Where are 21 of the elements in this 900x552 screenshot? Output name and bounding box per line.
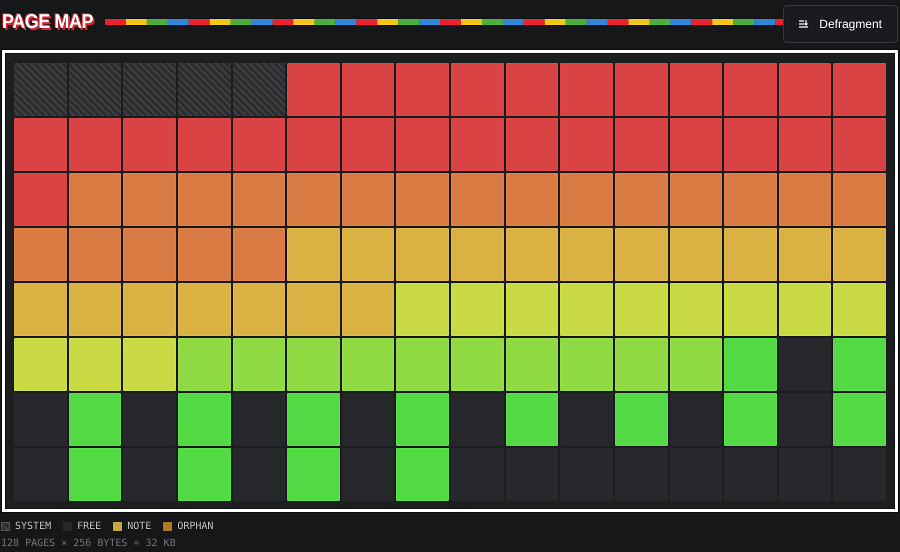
system-page [123, 63, 176, 116]
system-page [178, 63, 230, 116]
system-swatch-icon [1, 522, 10, 530]
legend-label: SYSTEM [15, 520, 52, 534]
sort-icon [799, 20, 810, 28]
defragment-button[interactable]: Defragment [783, 5, 898, 43]
app-title: PAGE MAP [2, 10, 94, 35]
system-page [68, 63, 122, 116]
legend-label: NOTE [127, 520, 152, 534]
legend-label: FREE [77, 520, 102, 534]
free-page [670, 393, 722, 446]
free-page [778, 393, 832, 446]
free-page [342, 448, 394, 501]
system-page [14, 63, 67, 116]
system-page [232, 63, 286, 116]
free-page [232, 393, 286, 446]
free-page [232, 448, 286, 501]
free-page [778, 338, 832, 391]
free-page [342, 393, 394, 446]
legend-label: ORPHAN [177, 520, 214, 534]
page-summary: 128 PAGES × 256 BYTES = 32 KB [0, 537, 177, 551]
